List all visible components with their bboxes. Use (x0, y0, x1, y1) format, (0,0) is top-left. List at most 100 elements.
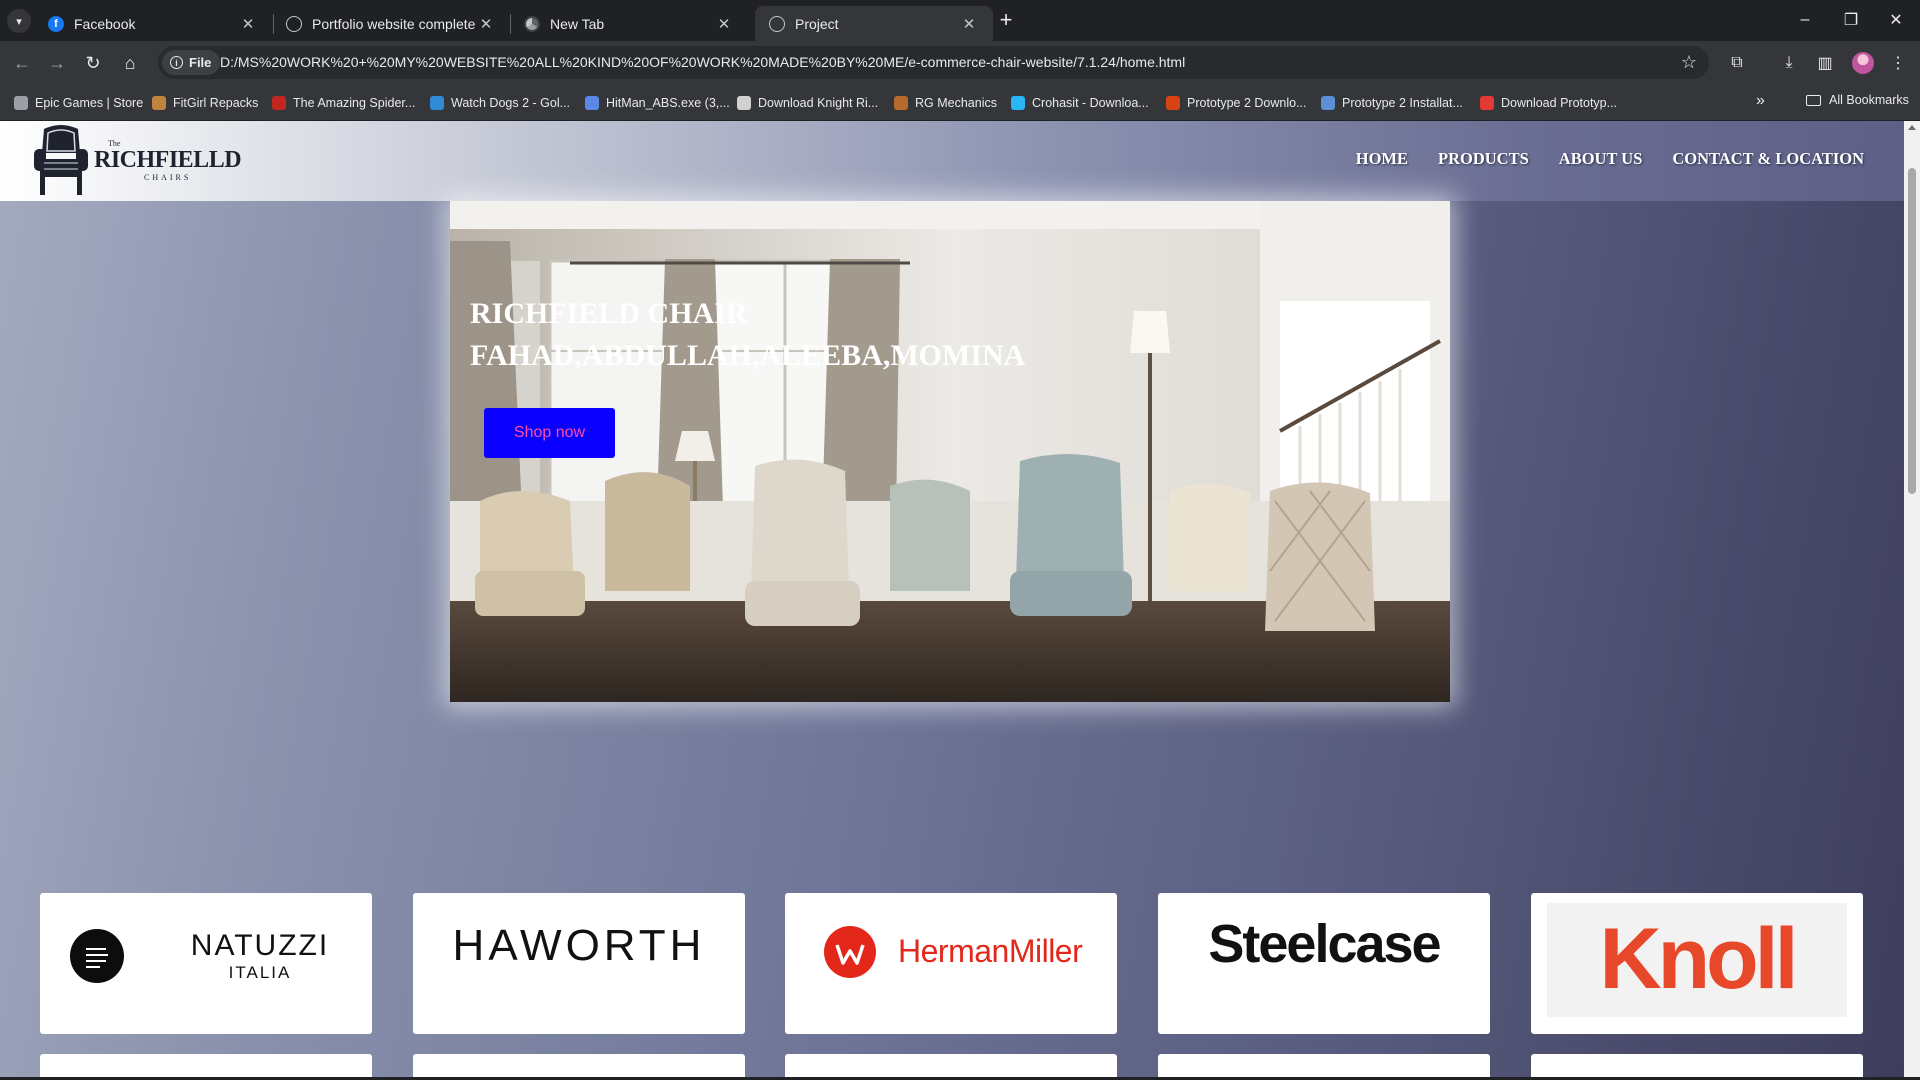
home-icon: ⌂ (124, 52, 136, 73)
restore-icon: ❐ (1843, 12, 1859, 29)
tab-facebook[interactable]: f Facebook ✕ (34, 6, 272, 41)
brand-name: Knoll (1599, 911, 1799, 1007)
reload-icon: ↻ (85, 52, 101, 73)
tab-portfolio[interactable]: Portfolio website complete ✕ (272, 6, 510, 41)
logo-name-text: RICHFIELLD (94, 147, 242, 173)
shop-now-button[interactable]: Shop now (484, 408, 615, 458)
address-bar[interactable]: i File D:/MS%20WORK%20+%20MY%20WEBSITE%2… (158, 46, 1709, 79)
arrow-right-icon: → (48, 52, 66, 73)
restore-button[interactable]: ❐ (1831, 6, 1871, 34)
tab-title: New Tab (550, 15, 605, 32)
arrow-left-icon: ← (13, 52, 31, 73)
bookmark-item[interactable]: Epic Games | Store (14, 93, 143, 113)
close-icon[interactable]: ✕ (959, 14, 979, 34)
site-info-chip[interactable]: i File (162, 50, 220, 75)
scroll-up-arrow-icon[interactable] (1908, 125, 1916, 130)
close-icon[interactable]: ✕ (476, 14, 496, 34)
scrollbar-thumb[interactable] (1908, 168, 1916, 494)
hero-names-line: FAHAD,ABDULLAH,ALEEBA,MOMINA (470, 339, 1026, 372)
prototype-install-icon (1321, 96, 1335, 110)
hero-banner: RICHFIELD CHAIR FAHAD,ABDULLAH,ALEEBA,MO… (450, 201, 1450, 702)
brand-name: HAWORTH (452, 921, 706, 970)
page-viewport: The RICHFIELLD CHAIRS HOME PRODUCTS ABOU… (0, 121, 1920, 1080)
bookmarks-bar: Epic Games | Store FitGirl Repacks The A… (0, 84, 1920, 121)
armchair-logo-icon (34, 125, 88, 195)
site-info-label: File (189, 55, 212, 70)
close-window-button[interactable]: ✕ (1876, 6, 1916, 34)
page-scrollbar[interactable] (1904, 121, 1920, 1080)
prototype-icon (1166, 96, 1180, 110)
bookmark-label: Epic Games | Store (35, 96, 144, 110)
bookmark-item[interactable]: FitGirl Repacks (152, 93, 258, 113)
tab-search-button[interactable]: ▾ (7, 9, 31, 33)
home-button[interactable]: ⌂ (117, 50, 143, 76)
bookmark-label: Watch Dogs 2 - Gol... (451, 96, 571, 110)
tab-title: Project (795, 15, 839, 32)
brand-card-natuzzi[interactable]: NATUZZI ITALIA (40, 893, 372, 1034)
extensions-icon[interactable]: ⧉ (1725, 51, 1749, 75)
bookmark-label: Crohasit - Downloa... (1032, 96, 1149, 110)
nav-about-us[interactable]: ABOUT US (1559, 149, 1643, 169)
side-panel-icon[interactable]: ▥ (1813, 51, 1837, 75)
watch-dogs-icon (430, 96, 444, 110)
nav-home[interactable]: HOME (1356, 149, 1408, 169)
browser-toolbar: ← → ↻ ⌂ i File D:/MS%20WORK%20+%20MY%20W… (0, 41, 1920, 84)
all-bookmarks-button[interactable]: All Bookmarks (1806, 93, 1909, 107)
brand-subtitle: ITALIA (228, 963, 292, 982)
globe-icon (286, 15, 302, 32)
globe-icon (769, 15, 785, 32)
tab-title: Portfolio website complete (312, 15, 476, 32)
nav-contact-location[interactable]: CONTACT & LOCATION (1672, 149, 1864, 169)
bookmark-item[interactable]: Crohasit - Downloa... (1011, 93, 1149, 113)
bookmark-item[interactable]: Watch Dogs 2 - Gol... (430, 93, 570, 113)
url-text[interactable]: D:/MS%20WORK%20+%20MY%20WEBSITE%20ALL%20… (220, 54, 1185, 70)
bookmark-item[interactable]: The Amazing Spider... (272, 93, 415, 113)
brand-card-hermanmiller[interactable]: HermanMiller (785, 893, 1117, 1034)
bookmark-label: Download Knight Ri... (758, 96, 879, 110)
minimize-button[interactable]: – (1785, 6, 1825, 34)
bookmark-label: FitGirl Repacks (173, 96, 259, 110)
close-icon[interactable]: ✕ (238, 14, 258, 34)
more-bookmarks-icon[interactable]: » (1756, 92, 1765, 110)
bookmark-item[interactable]: Download Knight Ri... (737, 93, 878, 113)
spider-icon (272, 96, 286, 110)
bookmark-item[interactable]: Download Prototyp... (1480, 93, 1617, 113)
fitgirl-icon (152, 96, 166, 110)
bookmark-label: HitMan_ABS.exe (3,... (606, 96, 730, 110)
brand-card-steelcase[interactable]: Steelcase (1158, 893, 1490, 1034)
close-icon: ✕ (1889, 12, 1903, 29)
bookmark-label: Prototype 2 Installat... (1342, 96, 1463, 110)
tab-title: Facebook (74, 15, 136, 32)
nav-products[interactable]: PRODUCTS (1438, 149, 1529, 169)
bookmark-star-icon[interactable]: ☆ (1681, 52, 1697, 73)
bookmark-label: Prototype 2 Downlo... (1187, 96, 1307, 110)
bookmark-item[interactable]: HitMan_ABS.exe (3,... (585, 93, 730, 113)
bookmark-item[interactable]: Prototype 2 Installat... (1321, 93, 1463, 113)
menu-dots-icon[interactable]: ⋮ (1886, 51, 1910, 75)
minimize-icon: – (1800, 11, 1810, 28)
new-tab-button[interactable]: + (994, 7, 1018, 32)
bookmark-item[interactable]: Prototype 2 Downlo... (1166, 93, 1307, 113)
back-button[interactable]: ← (9, 50, 35, 76)
forward-button[interactable]: → (44, 50, 70, 76)
bookmark-item[interactable]: RG Mechanics (894, 93, 997, 113)
tab-new-tab[interactable]: New Tab ✕ (510, 6, 748, 41)
tab-strip: ▾ f Facebook ✕ Portfolio website complet… (0, 0, 1920, 41)
close-icon[interactable]: ✕ (714, 14, 734, 34)
all-bookmarks-label: All Bookmarks (1829, 93, 1909, 107)
profile-avatar[interactable] (1852, 52, 1874, 74)
chevron-down-icon: ▾ (16, 15, 22, 28)
logo-subtitle-text: CHAIRS (144, 173, 192, 182)
bookmark-label: The Amazing Spider... (293, 96, 416, 110)
brand-card-knoll[interactable]: Knoll (1531, 893, 1863, 1034)
reload-button[interactable]: ↻ (80, 50, 106, 76)
hero-title-line: RICHFIELD CHAIR (470, 297, 748, 330)
site-logo[interactable]: The RICHFIELLD CHAIRS (30, 123, 242, 199)
tab-project[interactable]: Project ✕ (755, 6, 993, 41)
download-icon[interactable]: ⤓ (1777, 51, 1801, 75)
brand-card-haworth[interactable]: HAWORTH (413, 893, 745, 1034)
epic-games-icon (14, 96, 28, 110)
main-nav: HOME PRODUCTS ABOUT US CONTACT & LOCATIO… (1356, 149, 1864, 169)
download-prototype-icon (1480, 96, 1494, 110)
plus-icon: + (999, 7, 1013, 32)
